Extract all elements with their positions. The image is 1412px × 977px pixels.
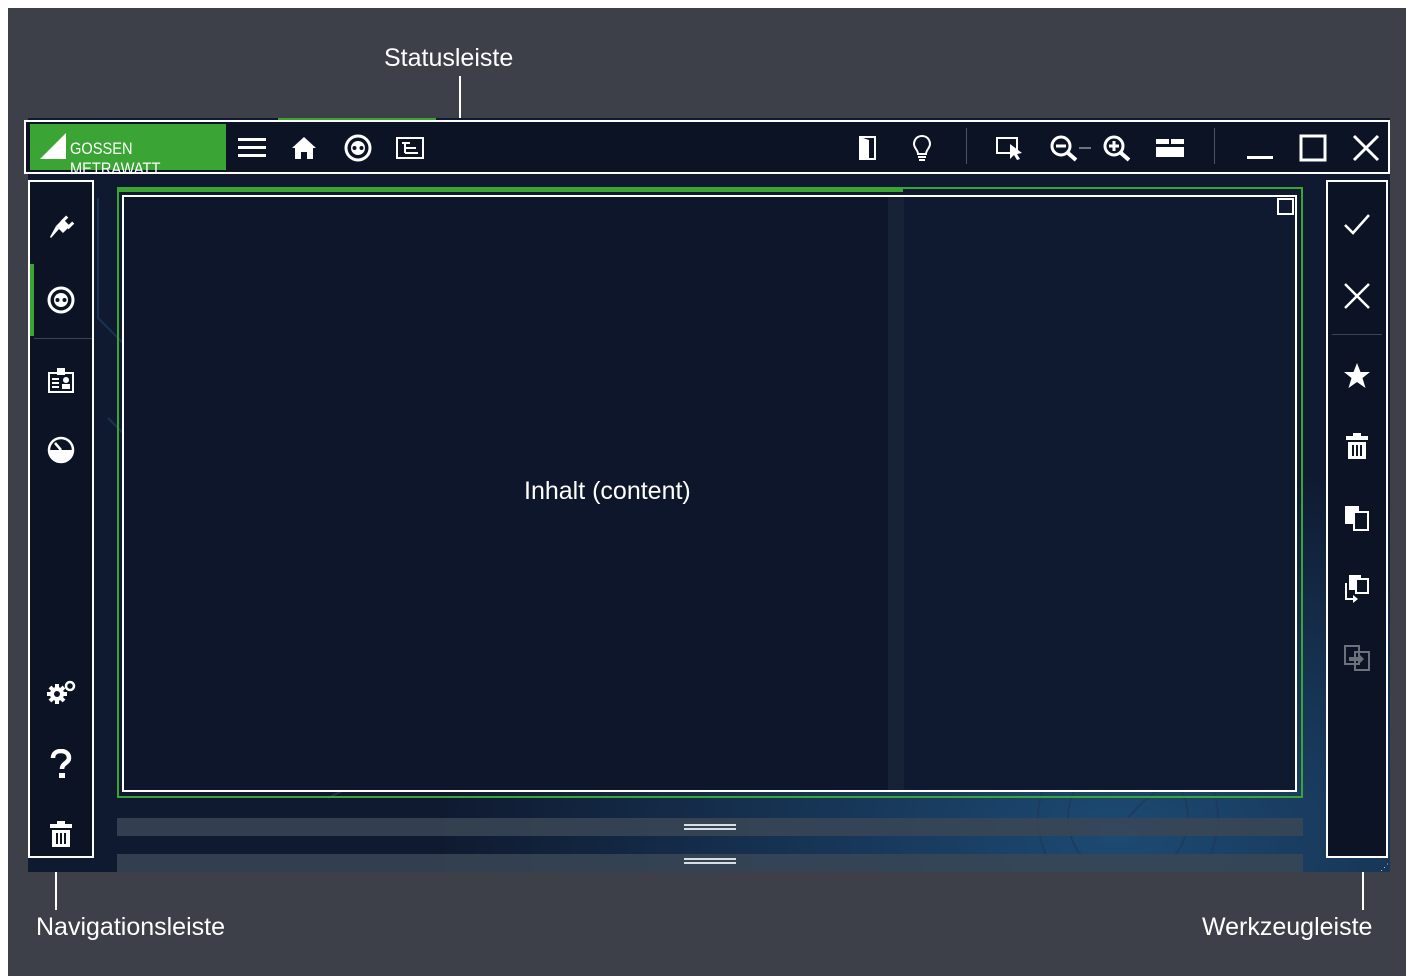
tree-view-icon[interactable] <box>390 128 430 168</box>
resize-grip-icon[interactable]: ⋰ <box>1380 862 1389 873</box>
settings-icon[interactable] <box>30 662 92 722</box>
content-expand-icon[interactable] <box>1277 198 1294 215</box>
panel-toggle-icon[interactable] <box>1150 128 1190 168</box>
brand-logo[interactable]: GOSSEN METRAWATT <box>30 124 226 178</box>
plug-icon[interactable] <box>30 198 92 258</box>
socket-icon[interactable] <box>338 128 378 168</box>
lightbulb-icon[interactable] <box>902 128 942 168</box>
toolbar-annotation: Werkzeugleiste <box>1202 913 1373 941</box>
move-icon[interactable] <box>1328 628 1386 688</box>
zoom-dash-icon <box>1077 128 1093 168</box>
help-icon[interactable] <box>30 734 92 794</box>
menu-icon[interactable] <box>232 128 272 168</box>
minimize-icon[interactable] <box>1240 128 1280 168</box>
drawer-grip-icon[interactable] <box>684 858 736 860</box>
trash-icon[interactable] <box>30 804 92 864</box>
close-icon[interactable] <box>1346 128 1386 168</box>
close-icon[interactable] <box>1328 266 1386 326</box>
content-splitter[interactable] <box>888 197 904 790</box>
content-progress-bar <box>117 187 903 192</box>
drawer-strip[interactable] <box>117 818 1303 836</box>
copy-to-icon[interactable] <box>1328 558 1386 618</box>
star-icon[interactable] <box>1328 346 1386 406</box>
socket-icon[interactable] <box>30 270 92 330</box>
drawer-grip-icon <box>684 828 736 830</box>
nav-divider <box>34 338 92 339</box>
tool-bar <box>1326 180 1388 858</box>
select-cursor-icon[interactable] <box>991 128 1031 168</box>
brand-triangle-icon <box>40 133 66 159</box>
statusbar-leader-line <box>459 76 461 122</box>
zoom-in-icon[interactable] <box>1097 128 1137 168</box>
content-panel: Inhalt (content) <box>122 195 1297 792</box>
gauge-icon[interactable] <box>30 420 92 480</box>
check-icon[interactable] <box>1328 194 1386 254</box>
brand-name: GOSSEN METRAWATT <box>70 139 161 178</box>
drawer-grip-icon[interactable] <box>684 824 736 826</box>
trash-icon[interactable] <box>1328 416 1386 476</box>
content-right-pane <box>904 197 1295 790</box>
door-icon[interactable] <box>848 128 888 168</box>
home-icon[interactable] <box>284 128 324 168</box>
toolbar-divider <box>1332 334 1382 335</box>
navbar-annotation: Navigationsleiste <box>36 913 225 941</box>
statusbar-annotation: Statusleiste <box>384 44 514 72</box>
statusbar-separator <box>966 128 967 164</box>
maximize-icon[interactable] <box>1293 128 1333 168</box>
customer-card-icon[interactable] <box>30 350 92 410</box>
navigation-bar <box>28 180 94 858</box>
copy-icon[interactable] <box>1328 488 1386 548</box>
content-label: Inhalt (content) <box>524 477 691 505</box>
drawer-grip-icon <box>684 862 736 864</box>
statusbar-separator <box>1214 128 1215 164</box>
statusbar: GOSSEN METRAWATT <box>24 120 1390 178</box>
